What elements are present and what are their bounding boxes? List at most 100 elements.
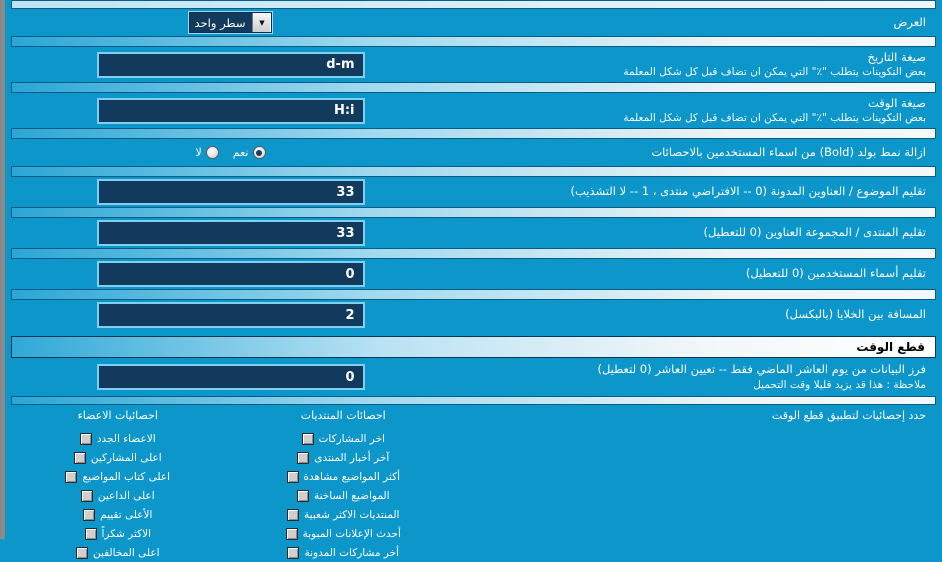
checkbox-icon[interactable]: [297, 451, 310, 464]
cutoff-row: فرز البيانات من يوم العاشر الماضي فقط --…: [5, 358, 942, 396]
column-forum-stats: احصائات المنتديات اخر المشاركات آخر أخبا…: [231, 409, 457, 562]
trim-forum-title: تقليم المنتدى / المجموعة العناوين (0 للت…: [703, 225, 926, 240]
remove-bold-label: ازالة نمط بولد (Bold) من اسماء المستخدمي…: [456, 145, 932, 161]
trim-username-input[interactable]: 0: [96, 261, 365, 287]
checkbox-icon[interactable]: [75, 546, 88, 559]
section-header-title: قطع الوقت: [856, 340, 925, 354]
cell-spacing-control: 2: [5, 302, 456, 328]
trim-topic-control: 33: [5, 179, 456, 205]
time-format-control: H:i: [5, 97, 456, 124]
divider-1: [11, 36, 936, 47]
time-format-title: صيغة الوقت: [867, 95, 926, 110]
display-label-text: العرض: [893, 14, 927, 29]
checkbox-label: الاعضاء الجدد: [96, 432, 156, 445]
checkbox-icon[interactable]: [83, 508, 96, 521]
top-separator-bar: [11, 0, 936, 9]
checkbox-label: المواضيع الساخنة: [314, 489, 390, 502]
radio-option-no[interactable]: لا: [196, 146, 219, 159]
checkbox-icon[interactable]: [65, 470, 78, 483]
trim-username-control: 0: [5, 261, 456, 287]
display-select-value: سطر واحد: [194, 15, 246, 30]
cell-spacing-title: المسافة بين الخلايا (بالبكسل): [785, 307, 926, 322]
checkbox-icon[interactable]: [80, 489, 93, 502]
checkbox-row[interactable]: المنتديات الاكثر شعبية: [231, 505, 457, 524]
remove-bold-row: ازالة نمط بولد (Bold) من اسماء المستخدمي…: [5, 139, 942, 166]
trim-username-label: تقليم أسماء المستخدمين (0 للتعطيل): [456, 266, 932, 282]
settings-page: العرض ▼ سطر واحد صيغة التاريخ بعض التكوي…: [0, 0, 942, 559]
trim-forum-input[interactable]: 33: [96, 220, 365, 246]
checkbox-icon[interactable]: [84, 527, 97, 540]
checkbox-row[interactable]: اخر المشاركات: [231, 429, 457, 448]
time-format-input[interactable]: H:i: [96, 97, 365, 124]
checkbox-label: المنتديات الاكثر شعبية: [304, 508, 400, 521]
date-format-hint: بعض التكوينات يتطلب "٪" التي يمكن ان تضا…: [623, 66, 926, 79]
section-header-time-cutoff: قطع الوقت: [11, 336, 936, 358]
checkbox-icon[interactable]: [285, 527, 298, 540]
checkbox-row[interactable]: اعلى كتاب المواضيع: [5, 467, 231, 486]
trim-username-title: تقليم أسماء المستخدمين (0 للتعطيل): [745, 266, 926, 281]
checkbox-label: أخر مشاركات المدونة: [304, 546, 400, 559]
trim-topic-row: تقليم الموضوع / العناوين المدونة (0 -- ا…: [5, 177, 942, 207]
checkbox-row[interactable]: الأعلى تقييم: [5, 505, 231, 524]
display-select[interactable]: ▼ سطر واحد: [188, 12, 273, 33]
date-format-label: صيغة التاريخ بعض التكوينات يتطلب "٪" الت…: [456, 50, 932, 80]
remove-bold-radio-group: نعم لا: [196, 146, 266, 159]
cutoff-control: 0: [5, 364, 456, 390]
checkbox-label: اعلى الداعين: [97, 489, 155, 502]
checkbox-label: آخر أخبار المنتدى: [314, 451, 390, 464]
checkbox-icon[interactable]: [79, 432, 92, 445]
radio-no-icon[interactable]: [205, 146, 219, 159]
column-member-stats: احصائيات الاعضاء الاعضاء الجدد اعلى المش…: [5, 409, 231, 562]
checkbox-row[interactable]: الاكثر شكراً: [5, 524, 231, 543]
time-format-row: صيغة الوقت بعض التكوينات يتطلب "٪" التي …: [5, 93, 942, 128]
trim-forum-row: تقليم المنتدى / المجموعة العناوين (0 للت…: [5, 218, 942, 248]
divider-6: [11, 248, 936, 259]
checkbox-label: اخر المشاركات: [318, 432, 385, 445]
trim-username-row: تقليم أسماء المستخدمين (0 للتعطيل) 0: [5, 259, 942, 289]
checkbox-icon[interactable]: [73, 451, 86, 464]
checkbox-label: اعلى المشاركين: [90, 451, 162, 464]
checkbox-row[interactable]: اعلى المشاركين: [5, 448, 231, 467]
radio-yes-icon[interactable]: [252, 146, 266, 159]
cutoff-title: فرز البيانات من يوم العاشر الماضي فقط --…: [597, 362, 926, 377]
checkbox-icon[interactable]: [297, 489, 309, 502]
divider-8: [11, 396, 936, 405]
divider-4: [11, 166, 936, 177]
checkbox-icon[interactable]: [301, 432, 314, 445]
checkbox-icon[interactable]: [286, 470, 299, 483]
display-label: العرض: [456, 15, 932, 31]
checkbox-row[interactable]: آخر أخبار المنتدى: [231, 448, 457, 467]
checkbox-row[interactable]: أحدث الإعلانات المبوبة: [231, 524, 457, 543]
cell-spacing-row: المسافة بين الخلايا (بالبكسل) 2: [5, 300, 942, 330]
date-format-control: d-m: [5, 51, 456, 78]
cell-spacing-input[interactable]: 2: [96, 302, 365, 328]
checkbox-row[interactable]: اعلى المخالفين: [5, 543, 231, 562]
divider-3: [11, 128, 936, 139]
column-instruction-header: حدد إحصائيات لتطبيق قطع الوقت: [771, 409, 926, 422]
trim-forum-label: تقليم المنتدى / المجموعة العناوين (0 للت…: [456, 225, 932, 241]
date-format-title: صيغة التاريخ: [867, 49, 926, 64]
radio-option-yes[interactable]: نعم: [233, 146, 266, 159]
checkbox-icon[interactable]: [287, 508, 300, 521]
display-row: العرض ▼ سطر واحد: [5, 9, 942, 36]
checkbox-row[interactable]: أكثر المواضيع مشاهدة: [231, 467, 457, 486]
trim-topic-input[interactable]: 33: [96, 179, 365, 205]
time-format-label: صيغة الوقت بعض التكوينات يتطلب "٪" التي …: [456, 96, 932, 126]
column-instruction: حدد إحصائيات لتطبيق قطع الوقت: [456, 409, 932, 562]
checkbox-icon[interactable]: [287, 546, 300, 559]
checkbox-row[interactable]: أخر مشاركات المدونة: [231, 543, 457, 562]
column-member-stats-header: احصائيات الاعضاء: [77, 409, 158, 422]
chevron-down-icon[interactable]: ▼: [252, 13, 272, 32]
display-control: ▼ سطر واحد: [5, 12, 456, 33]
time-format-hint: بعض التكوينات يتطلب "٪" التي يمكن ان تضا…: [623, 112, 926, 125]
divider-2: [11, 82, 936, 93]
trim-topic-label: تقليم الموضوع / العناوين المدونة (0 -- ا…: [456, 184, 932, 200]
date-format-input[interactable]: d-m: [96, 51, 365, 78]
remove-bold-control: نعم لا: [5, 146, 456, 159]
checkbox-row[interactable]: المواضيع الساخنة: [231, 486, 457, 505]
checkbox-label: اعلى كتاب المواضيع: [82, 470, 171, 483]
cutoff-input[interactable]: 0: [96, 364, 365, 390]
checkbox-label: اعلى المخالفين: [92, 546, 160, 559]
checkbox-row[interactable]: الاعضاء الجدد: [5, 429, 231, 448]
checkbox-row[interactable]: اعلى الداعين: [5, 486, 231, 505]
